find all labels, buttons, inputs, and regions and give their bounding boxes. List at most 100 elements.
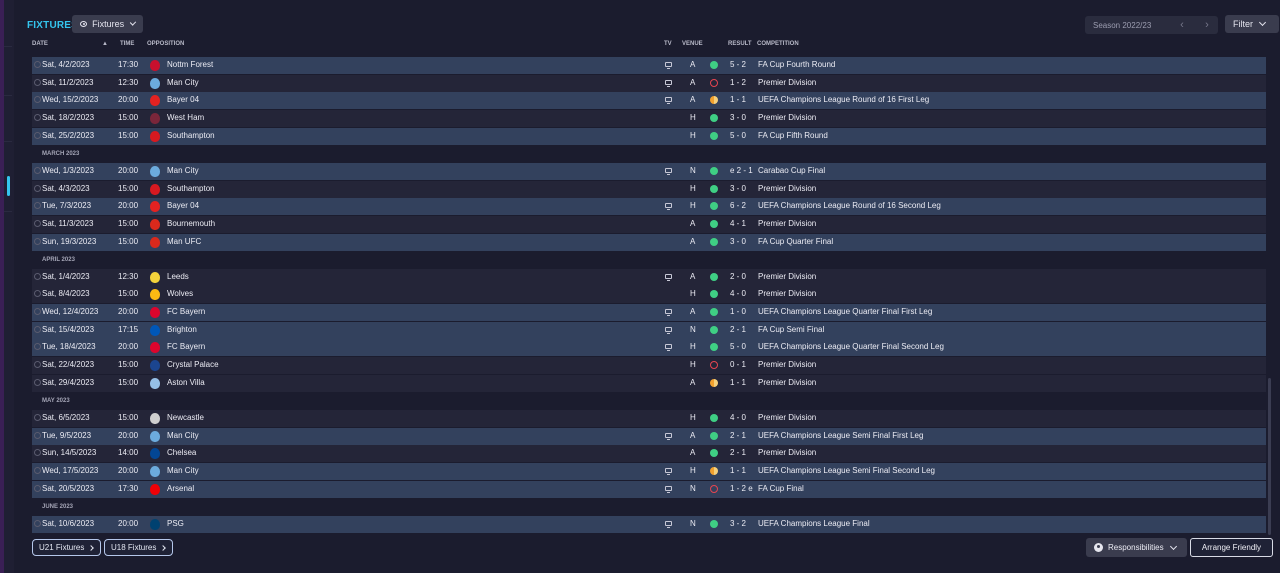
opposition-link[interactable]: Bournemouth (167, 219, 215, 228)
opposition-link[interactable]: Newcastle (167, 413, 204, 422)
fixture-row[interactable]: Sat, 18/2/2023 15:00 West Ham H 3 - 0 Premier… (32, 109, 1266, 127)
filter-button[interactable]: Filter (1225, 15, 1279, 33)
opposition-link[interactable]: PSG (167, 519, 184, 528)
opposition-link[interactable]: Man City (167, 466, 199, 475)
opposition-link[interactable]: Wolves (167, 289, 193, 298)
sort-asc-icon[interactable]: ▲ (102, 41, 108, 47)
opposition-link[interactable]: Man City (167, 78, 199, 87)
opposition-link[interactable]: West Ham (167, 113, 204, 122)
col-result[interactable]: RESULT (728, 41, 752, 47)
fixture-row[interactable]: Tue, 18/4/2023 20:00 FC Bayern H 5 - 0 UEFA C… (32, 339, 1266, 357)
opposition-link[interactable]: FC Bayern (167, 342, 205, 351)
fixture-row[interactable]: Sun, 19/3/2023 15:00 Man UFC A 3 - 0 FA Cup Q… (32, 233, 1266, 251)
fixture-result[interactable]: 6 - 2 (730, 201, 746, 210)
fixture-row[interactable]: Sat, 20/5/2023 17:30 Arsenal N 1 - 2 e FA Cup… (32, 480, 1266, 498)
fixture-competition[interactable]: UEFA Champions League Round of 16 Second… (758, 201, 941, 210)
fixture-competition[interactable]: Premier Division (758, 378, 816, 387)
u18-fixtures-button[interactable]: U18 Fixtures (104, 539, 173, 556)
opposition-link[interactable]: Aston Villa (167, 378, 205, 387)
fixture-competition[interactable]: Premier Division (758, 272, 816, 281)
fixture-result[interactable]: 1 - 1 (730, 95, 746, 104)
fixture-competition[interactable]: Premier Division (758, 413, 816, 422)
fixture-result[interactable]: 1 - 0 (730, 307, 746, 316)
col-venue[interactable]: VENUE (682, 41, 703, 47)
fixture-row[interactable]: Sat, 29/4/2023 15:00 Aston Villa A 1 - 1 Prem… (32, 374, 1266, 392)
opposition-link[interactable]: Arsenal (167, 484, 194, 493)
col-opposition[interactable]: OPPOSITION (147, 41, 184, 47)
fixture-row[interactable]: Tue, 9/5/2023 20:00 Man City A 2 - 1 UEFA Cha… (32, 427, 1266, 445)
fixture-competition[interactable]: FA Cup Fifth Round (758, 131, 828, 140)
scrollbar-thumb[interactable] (1268, 378, 1271, 535)
opposition-link[interactable]: FC Bayern (167, 307, 205, 316)
fixture-competition[interactable]: UEFA Champions League Quarter Final Firs… (758, 307, 932, 316)
fixture-result[interactable]: 5 - 2 (730, 60, 746, 69)
fixture-row[interactable]: Sat, 11/3/2023 15:00 Bournemouth A 4 - 1 Prem… (32, 215, 1266, 233)
fixture-result[interactable]: 2 - 1 (730, 448, 746, 457)
fixture-competition[interactable]: FA Cup Fourth Round (758, 60, 835, 69)
col-date[interactable]: DATE (32, 41, 48, 47)
view-dropdown[interactable]: Fixtures (72, 15, 143, 33)
fixture-result[interactable]: 1 - 1 (730, 466, 746, 475)
col-competition[interactable]: COMPETITION (757, 41, 799, 47)
fixture-result[interactable]: 3 - 0 (730, 237, 746, 246)
fixture-competition[interactable]: Premier Division (758, 448, 816, 457)
fixture-row[interactable]: Tue, 7/3/2023 20:00 Bayer 04 H 6 - 2 UEFA Cha… (32, 198, 1266, 216)
opposition-link[interactable]: Bayer 04 (167, 95, 199, 104)
fixture-competition[interactable]: FA Cup Final (758, 484, 804, 493)
fixture-result[interactable]: 3 - 0 (730, 113, 746, 122)
sidebar-active-indicator[interactable] (7, 176, 10, 196)
fixture-result[interactable]: 3 - 0 (730, 184, 746, 193)
fixture-row[interactable]: Sat, 1/4/2023 12:30 Leeds A 2 - 0 Premier Div… (32, 268, 1266, 286)
fixture-competition[interactable]: FA Cup Semi Final (758, 325, 824, 334)
opposition-link[interactable]: Man City (167, 166, 199, 175)
opposition-link[interactable]: Chelsea (167, 448, 196, 457)
opposition-link[interactable]: Crystal Palace (167, 360, 219, 369)
fixture-result[interactable]: 4 - 1 (730, 219, 746, 228)
fixture-competition[interactable]: UEFA Champions League Final (758, 519, 870, 528)
fixture-result[interactable]: 1 - 2 (730, 78, 746, 87)
responsibilities-button[interactable]: Responsibilities (1086, 538, 1187, 557)
next-season-button[interactable]: › (1196, 16, 1218, 34)
fixture-row[interactable]: Sat, 11/2/2023 12:30 Man City A 1 - 2 Premier… (32, 74, 1266, 92)
fixture-row[interactable]: Wed, 17/5/2023 20:00 Man City H 1 - 1 UEFA Ch… (32, 462, 1266, 480)
fixture-row[interactable]: Sat, 8/4/2023 15:00 Wolves H 4 - 0 Premier Di… (32, 286, 1266, 304)
fixture-competition[interactable]: FA Cup Quarter Final (758, 237, 833, 246)
fixture-result[interactable]: 5 - 0 (730, 131, 746, 140)
fixture-result[interactable]: 1 - 1 (730, 378, 746, 387)
opposition-link[interactable]: Bayer 04 (167, 201, 199, 210)
fixture-row[interactable]: Wed, 12/4/2023 20:00 FC Bayern A 1 - 0 UEFA C… (32, 304, 1266, 322)
fixture-row[interactable]: Sat, 4/3/2023 15:00 Southampton H 3 - 0 Premi… (32, 180, 1266, 198)
u21-fixtures-button[interactable]: U21 Fixtures (32, 539, 101, 556)
fixture-result[interactable]: 2 - 1 (730, 431, 746, 440)
fixture-result[interactable]: 4 - 0 (730, 289, 746, 298)
fixture-competition[interactable]: Carabao Cup Final (758, 166, 825, 175)
fixture-result[interactable]: 3 - 2 (730, 519, 746, 528)
fixture-result[interactable]: 2 - 0 (730, 272, 746, 281)
opposition-link[interactable]: Man UFC (167, 237, 201, 246)
fixture-competition[interactable]: Premier Division (758, 78, 816, 87)
fixture-result[interactable]: 4 - 0 (730, 413, 746, 422)
fixture-result[interactable]: 0 - 1 (730, 360, 746, 369)
fixture-competition[interactable]: Premier Division (758, 113, 816, 122)
fixture-competition[interactable]: UEFA Champions League Semi Final First L… (758, 431, 923, 440)
fixture-row[interactable]: Wed, 15/2/2023 20:00 Bayer 04 A 1 - 1 UEFA Ch… (32, 92, 1266, 110)
col-time[interactable]: TIME (120, 41, 134, 47)
fixture-row[interactable]: Sat, 22/4/2023 15:00 Crystal Palace H 0 - 1 P… (32, 357, 1266, 375)
fixture-result[interactable]: 1 - 2 e (730, 484, 753, 493)
opposition-link[interactable]: Nottm Forest (167, 60, 213, 69)
opposition-link[interactable]: Southampton (167, 131, 215, 140)
opposition-link[interactable]: Brighton (167, 325, 197, 334)
fixture-competition[interactable]: UEFA Champions League Semi Final Second … (758, 466, 935, 475)
fixture-row[interactable]: Sun, 14/5/2023 14:00 Chelsea A 2 - 1 Premier … (32, 445, 1266, 463)
fixture-row[interactable]: Wed, 1/3/2023 20:00 Man City Ne 2 - 1 Caraba… (32, 162, 1266, 180)
opposition-link[interactable]: Leeds (167, 272, 189, 281)
fixture-competition[interactable]: UEFA Champions League Quarter Final Seco… (758, 342, 944, 351)
prev-season-button[interactable]: ‹ (1171, 16, 1193, 34)
fixture-row[interactable]: Sat, 15/4/2023 17:15 Brighton N 2 - 1 FA Cup … (32, 321, 1266, 339)
opposition-link[interactable]: Man City (167, 431, 199, 440)
fixture-competition[interactable]: Premier Division (758, 360, 816, 369)
fixture-result[interactable]: e 2 - 1 (730, 166, 753, 175)
fixture-row[interactable]: Sat, 25/2/2023 15:00 Southampton H 5 - 0 FA C… (32, 127, 1266, 145)
fixture-row[interactable]: Sat, 6/5/2023 15:00 Newcastle H 4 - 0 Premier… (32, 410, 1266, 427)
fixture-result[interactable]: 5 - 0 (730, 342, 746, 351)
